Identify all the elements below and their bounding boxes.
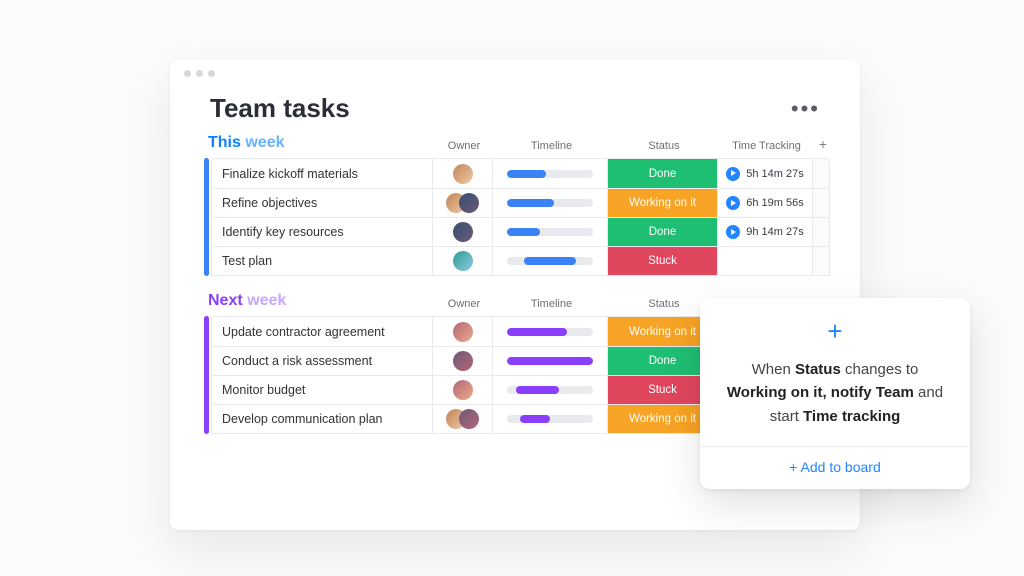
time-tracking-cell[interactable]: 9h 14m 27s	[717, 218, 812, 246]
time-tracking-cell[interactable]: 5h 14m 27s	[717, 159, 812, 188]
owner-cell[interactable]	[432, 189, 492, 217]
group-title[interactable]: Next week	[204, 292, 434, 316]
avatar[interactable]	[453, 222, 473, 242]
column-header-timeline: Timeline	[494, 140, 609, 158]
timeline-cell[interactable]	[492, 159, 607, 188]
window-traffic-lights	[170, 60, 860, 83]
row-tail	[812, 159, 830, 188]
timeline-cell[interactable]	[492, 218, 607, 246]
status-cell[interactable]: Working on it	[607, 189, 717, 217]
table-row[interactable]: Finalize kickoff materials Done 5h 14m 27s	[212, 159, 829, 188]
play-icon[interactable]	[726, 167, 740, 181]
task-name[interactable]: Conduct a risk assessment	[212, 347, 432, 375]
timeline-cell[interactable]	[492, 317, 607, 346]
task-name[interactable]: Monitor budget	[212, 376, 432, 404]
status-cell[interactable]: Done	[607, 159, 717, 188]
avatar[interactable]	[453, 380, 473, 400]
avatar[interactable]	[453, 164, 473, 184]
time-value: 5h 14m 27s	[746, 168, 803, 180]
row-tail	[812, 189, 830, 217]
column-header-owner: Owner	[434, 140, 494, 158]
row-tail	[812, 218, 830, 246]
table-row[interactable]: Identify key resources Done 9h 14m 27s	[212, 217, 829, 246]
owner-cell[interactable]	[432, 247, 492, 275]
timeline-cell[interactable]	[492, 189, 607, 217]
owner-cell[interactable]	[432, 317, 492, 346]
row-tail	[812, 247, 830, 275]
more-menu-button[interactable]: •••	[791, 96, 820, 122]
task-name[interactable]: Test plan	[212, 247, 432, 275]
task-name[interactable]: Identify key resources	[212, 218, 432, 246]
group-accent	[204, 158, 209, 276]
owner-cell[interactable]	[432, 159, 492, 188]
play-icon[interactable]	[726, 196, 740, 210]
column-header-status: Status	[609, 140, 719, 158]
task-name[interactable]: Develop communication plan	[212, 405, 432, 433]
avatar[interactable]	[453, 251, 473, 271]
page-title: Team tasks	[210, 93, 350, 124]
task-name[interactable]: Update contractor agreement	[212, 317, 432, 346]
owner-cell[interactable]	[432, 347, 492, 375]
group-accent	[204, 316, 209, 434]
time-value: 6h 19m 56s	[746, 197, 803, 209]
timeline-cell[interactable]	[492, 376, 607, 404]
group-title[interactable]: This week	[204, 134, 434, 158]
avatar[interactable]	[459, 409, 479, 429]
add-column-button[interactable]: +	[814, 136, 832, 158]
status-cell[interactable]: Stuck	[607, 247, 717, 275]
table-row[interactable]: Refine objectives Working on it 6h 19m 56s	[212, 188, 829, 217]
time-value: 9h 14m 27s	[746, 226, 803, 238]
timeline-cell[interactable]	[492, 405, 607, 433]
time-tracking-cell[interactable]	[717, 247, 812, 275]
owner-cell[interactable]	[432, 405, 492, 433]
time-tracking-cell[interactable]: 6h 19m 56s	[717, 189, 812, 217]
column-header-owner: Owner	[434, 298, 494, 316]
table-row[interactable]: Test plan Stuck	[212, 246, 829, 275]
divider	[700, 446, 970, 447]
avatar[interactable]	[459, 193, 479, 213]
status-cell[interactable]: Done	[607, 218, 717, 246]
plus-icon: +	[827, 318, 842, 344]
timeline-cell[interactable]	[492, 347, 607, 375]
column-header-time-tracking: Time Tracking	[719, 140, 814, 158]
timeline-cell[interactable]	[492, 247, 607, 275]
add-to-board-button[interactable]: + Add to board	[789, 459, 880, 475]
automation-card: + When Status changes to Working on it, …	[700, 298, 970, 489]
column-header-timeline: Timeline	[494, 298, 609, 316]
owner-cell[interactable]	[432, 376, 492, 404]
avatar[interactable]	[453, 351, 473, 371]
task-name[interactable]: Finalize kickoff materials	[212, 159, 432, 188]
avatar[interactable]	[453, 322, 473, 342]
owner-cell[interactable]	[432, 218, 492, 246]
play-icon[interactable]	[726, 225, 740, 239]
automation-text: When Status changes to Working on it, no…	[722, 358, 948, 428]
task-name[interactable]: Refine objectives	[212, 189, 432, 217]
